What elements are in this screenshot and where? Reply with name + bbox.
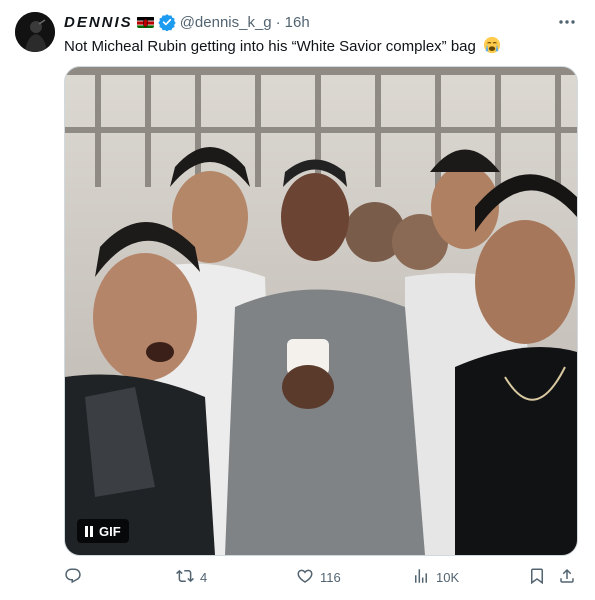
bookmark-icon — [528, 567, 546, 588]
display-name[interactable]: DENNIS — [64, 14, 133, 31]
tweet-body: Not Micheal Rubin getting into his “Whit… — [64, 38, 476, 55]
timestamp[interactable]: 16h — [285, 14, 310, 31]
repost-icon — [176, 567, 194, 588]
reply-button[interactable] — [64, 566, 82, 588]
reply-icon — [64, 567, 82, 588]
tweet-text: Not Micheal Rubin getting into his “Whit… — [64, 36, 501, 60]
handle[interactable]: @dennis_k_g — [180, 14, 272, 31]
views-count: 10K — [436, 569, 460, 585]
crying-face-icon — [483, 36, 501, 60]
verified-badge-icon — [157, 13, 176, 32]
tweet-card[interactable]: DENNIS @dennis_k_g · 16h Not Micheal Rub… — [0, 0, 595, 600]
action-bar: 4 116 10K — [64, 566, 579, 588]
avatar[interactable] — [15, 12, 55, 52]
repost-count: 4 — [200, 569, 208, 585]
bookmark-button[interactable] — [528, 566, 546, 588]
heart-icon — [296, 567, 314, 588]
pause-icon[interactable] — [85, 525, 93, 537]
gif-media[interactable]: GIF — [64, 66, 578, 556]
more-options-icon[interactable] — [557, 12, 577, 32]
tweet-header: DENNIS @dennis_k_g · 16h — [64, 12, 310, 32]
share-icon — [558, 567, 576, 588]
kenya-flag-icon — [136, 16, 154, 28]
like-button[interactable]: 116 — [296, 566, 341, 588]
views-chart-icon — [412, 567, 430, 588]
separator-dot: · — [275, 13, 281, 31]
gif-label: GIF — [99, 523, 121, 539]
views-button[interactable]: 10K — [412, 566, 459, 588]
like-count: 116 — [320, 569, 341, 585]
gif-badge[interactable]: GIF — [77, 519, 129, 543]
repost-button[interactable]: 4 — [176, 566, 207, 588]
share-button[interactable] — [558, 566, 576, 588]
